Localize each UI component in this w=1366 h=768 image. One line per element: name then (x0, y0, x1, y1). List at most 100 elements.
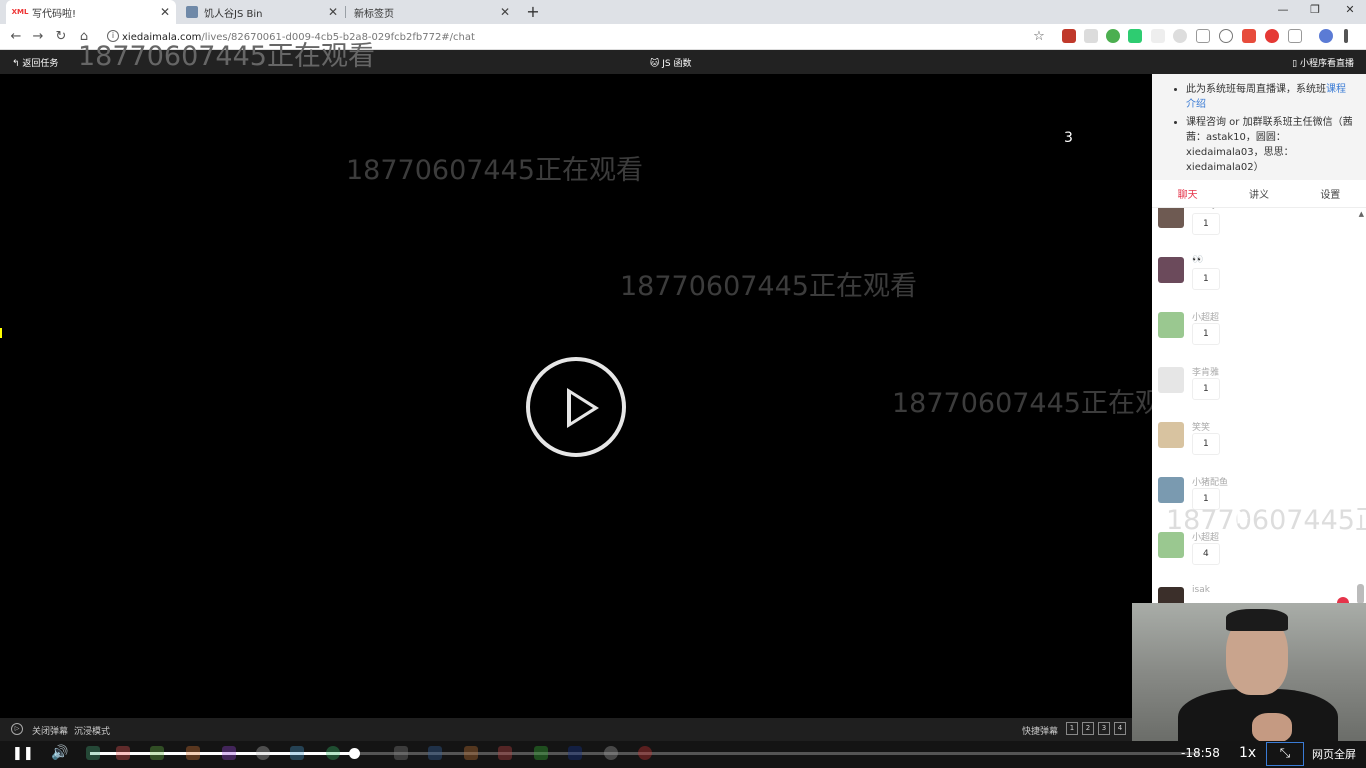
tab-title: 写代码啦! (32, 8, 77, 20)
menu-icon[interactable] (1344, 29, 1348, 43)
avatar[interactable] (1158, 422, 1184, 448)
chat-username: 👀 (1192, 255, 1204, 265)
restore-button[interactable]: ❐ (1305, 3, 1325, 16)
tab-title: 新标签页 (354, 8, 394, 20)
forward-button[interactable]: → (30, 29, 46, 45)
taskbar-icon (150, 746, 164, 760)
notice-panel: 此为系统班每周直播课，系统班课程介绍 课程咨询 or 加群联系班主任微信（茜茜：… (1152, 74, 1366, 180)
extension-icon[interactable] (1265, 29, 1279, 43)
back-button[interactable]: ← (8, 29, 24, 45)
play-icon[interactable] (526, 357, 626, 457)
evernote-icon[interactable] (1128, 29, 1142, 43)
scrollbar-thumb[interactable] (1357, 584, 1364, 604)
chat-username: 笑笑 (1192, 423, 1211, 433)
taskbar-icon (394, 746, 408, 760)
extension-icon[interactable] (1196, 29, 1210, 43)
close-tab-icon[interactable]: ✕ (500, 5, 510, 19)
tab-handout[interactable]: 讲义 (1223, 184, 1294, 207)
sidebar-tabs: 聊天 讲义 设置 (1152, 184, 1366, 208)
minimize-button[interactable]: — (1273, 3, 1293, 16)
watermark: 18770607445正在观看 (620, 271, 917, 302)
avatar[interactable] (1158, 367, 1184, 393)
web-fullscreen-button[interactable]: 网页全屏 (1312, 746, 1356, 762)
xdml-favicon-icon: XML (11, 8, 29, 16)
mini-program-link[interactable]: ▯ 小程序看直播 (1292, 56, 1354, 69)
extension-icon[interactable] (1151, 29, 1165, 43)
avatar[interactable] (1158, 587, 1184, 604)
teacher-webcam (1132, 603, 1366, 741)
chat-message: 小超超 1 (1158, 310, 1358, 365)
taskbar-icon (290, 746, 304, 760)
notice-item: 此为系统班每周直播课，系统班课程介绍 (1186, 82, 1354, 112)
pause-icon[interactable]: ❚❚ (12, 746, 34, 761)
close-danmaku-button[interactable]: 关闭弹幕 (32, 724, 68, 737)
jsbin-favicon-icon (186, 6, 198, 18)
extension-icon[interactable] (1173, 29, 1187, 43)
chat-message: 小超超 4 (1158, 530, 1358, 585)
chat-message: 👀 1 (1158, 255, 1358, 310)
extension-icon[interactable] (1062, 29, 1076, 43)
avatar[interactable] (1158, 208, 1184, 228)
tab-xiedaimala[interactable]: XML 写代码啦! ✕ (6, 0, 176, 24)
scroll-up-icon[interactable]: ▲ (1359, 210, 1364, 218)
chat-list[interactable]: See you soon1👀1小超超1李肯雅1笑笑1小猪配鱼1小超超4isak (1152, 208, 1366, 604)
tab-title: 饥人谷JS Bin (204, 8, 263, 20)
taskbar-icon (428, 746, 442, 760)
danmaku-count: 3 (1064, 130, 1073, 146)
taskbar-icon (638, 746, 652, 760)
yellow-marker (0, 328, 2, 338)
immersive-mode-button[interactable]: 沉浸模式 (74, 724, 110, 737)
back-to-task-link[interactable]: ↰ 返回任务 (12, 56, 58, 69)
reload-button[interactable]: ↻ (53, 29, 69, 45)
taskbar-icon (464, 746, 478, 760)
watermark: 18770607445正在观看 (346, 155, 643, 186)
speaker-extension-icon[interactable] (1288, 29, 1302, 43)
live-title: 🐱 JS 函数 (650, 59, 692, 69)
quick-danmaku-1[interactable]: 1 (1066, 722, 1078, 735)
chat-bubble: 1 (1192, 213, 1220, 235)
tab-jsbin[interactable]: 饥人谷JS Bin ✕ (178, 0, 344, 24)
video-player[interactable]: 18770607445正在观看 18770607445正在观看 18770607… (0, 41, 1189, 718)
player-controls: ❚❚ 🔊 -18:58 1x ⤡ 网页全屏 (0, 741, 1366, 768)
chat-username: See you soon (1192, 208, 1252, 210)
exit-fullscreen-icon[interactable]: ⤡ (1266, 742, 1304, 766)
danmaku-bar: ▷ 关闭弹幕 沉浸模式 快捷弹幕 1 2 3 4 (0, 718, 1132, 741)
quick-danmaku-4[interactable]: 4 (1114, 722, 1126, 735)
extension-icon[interactable] (1242, 29, 1256, 43)
bookmark-star-icon[interactable]: ☆ (1031, 29, 1047, 45)
progress-knob[interactable] (349, 748, 361, 759)
extension-icon[interactable] (1219, 29, 1233, 43)
danmaku-icon[interactable]: ▷ (11, 723, 23, 735)
quick-danmaku-2[interactable]: 2 (1082, 722, 1094, 735)
tab-chat[interactable]: 聊天 (1152, 184, 1223, 207)
time-remaining: -18:58 (1181, 746, 1220, 760)
quick-danmaku-3[interactable]: 3 (1098, 722, 1110, 735)
extension-icon[interactable] (1084, 29, 1098, 43)
volume-icon[interactable]: 🔊 (51, 745, 68, 761)
tab-settings[interactable]: 设置 (1295, 184, 1366, 207)
taskbar-icon (326, 746, 340, 760)
chat-message: See you soon 1 (1158, 208, 1358, 255)
chat-username: isak (1192, 585, 1210, 595)
avatar[interactable] (1158, 312, 1184, 338)
taskbar-icon (222, 746, 236, 760)
avatar[interactable] (1158, 257, 1184, 283)
chat-bubble: 1 (1192, 268, 1220, 290)
chat-bubble: 4 (1192, 543, 1220, 565)
tab-new[interactable]: 新标签页 ✕ (346, 0, 516, 24)
close-tab-icon[interactable]: ✕ (160, 5, 170, 19)
chat-username: 小猪配鱼 (1192, 478, 1229, 488)
close-tab-icon[interactable]: ✕ (328, 5, 338, 19)
profile-avatar-icon[interactable] (1319, 29, 1333, 43)
chat-username: 李肯雅 (1192, 368, 1220, 378)
extension-icon[interactable] (1106, 29, 1120, 43)
taskbar-icon (604, 746, 618, 760)
new-tab-button[interactable]: + (524, 2, 542, 21)
close-window-button[interactable]: ✕ (1340, 3, 1360, 16)
taskbar-icon (498, 746, 512, 760)
browser-tab-strip: XML 写代码啦! ✕ 饥人谷JS Bin ✕ 新标签页 ✕ + — ❐ ✕ (0, 0, 1366, 24)
speed-button[interactable]: 1x (1239, 745, 1256, 761)
chat-message: isak (1158, 585, 1358, 604)
watermark: 18770607445正在观看 (892, 388, 1189, 419)
taskbar-icon (256, 746, 270, 760)
